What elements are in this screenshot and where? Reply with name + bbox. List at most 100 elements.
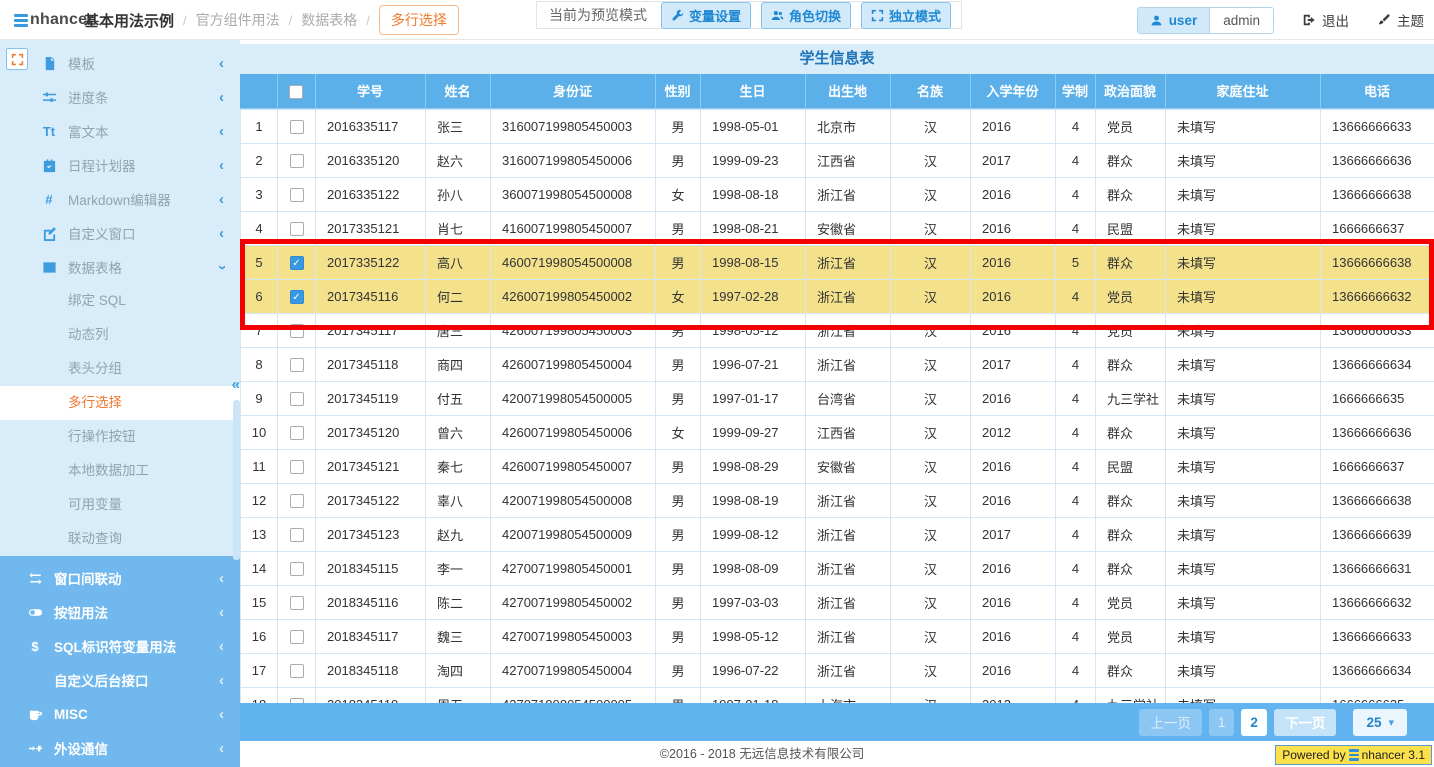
header-cell-出生地: 出生地 (805, 74, 890, 108)
cell-生日: 1998-08-21 (701, 211, 806, 245)
breadcrumb-item[interactable]: 数据表格 (301, 10, 357, 30)
cell-出生地: 浙江省 (806, 177, 891, 211)
row-checkbox[interactable] (290, 460, 304, 474)
dollar-icon: $ (26, 639, 44, 654)
row-number-cell: 1 (241, 109, 278, 143)
logout-icon (1302, 13, 1316, 27)
sidebar-subitem-多行选择[interactable]: 多行选择 (0, 386, 240, 420)
cell-家庭住址: 未填写 (1166, 177, 1321, 211)
table-row: 102017345120曾六426007199805450006女1999-09… (241, 415, 1434, 449)
header-cell-姓名: 姓名 (425, 74, 490, 108)
cell-姓名: 高八 (426, 245, 491, 279)
row-checkbox[interactable] (290, 358, 304, 372)
cell-学制: 4 (1056, 381, 1096, 415)
row-checkbox[interactable]: ✓ (290, 256, 304, 270)
variable-settings-button[interactable]: 变量设置 (661, 2, 751, 29)
cell-名族: 汉 (891, 245, 971, 279)
powered-by-badge[interactable]: Powered by nhancer 3.1 (1275, 745, 1432, 765)
sidebar-collapse-handle[interactable]: « (232, 376, 238, 393)
cell-电话: 1666666635 (1321, 381, 1434, 415)
sidebar-item-富文本[interactable]: Tt富文本‹ (0, 114, 240, 148)
cell-性别: 男 (656, 585, 701, 619)
cell-性别: 男 (656, 517, 701, 551)
sidebar-item-日程计划器[interactable]: 日程计划器‹ (0, 148, 240, 182)
chevron-left-icon: ‹ (219, 55, 224, 72)
logout-button[interactable]: 退出 (1302, 10, 1349, 30)
sidebar-subitem-表头分组[interactable]: 表头分组 (0, 352, 240, 386)
row-checkbox[interactable]: ✓ (290, 290, 304, 304)
sidebar-item-数据表格[interactable]: 数据表格‹ (0, 250, 240, 284)
breadcrumb-current[interactable]: 多行选择 (379, 5, 459, 35)
row-checkbox-cell (278, 211, 316, 245)
cell-家庭住址: 未填写 (1166, 109, 1321, 143)
row-checkbox[interactable] (290, 528, 304, 542)
sidebar-item-窗口间联动[interactable]: 窗口间联动‹ (0, 561, 240, 595)
sidebar-subitem-联动查询[interactable]: 联动查询 (0, 522, 240, 556)
table-row: 162018345117魏三427007199805450003男1998-05… (241, 619, 1434, 653)
sidebar-item-Markdown编辑器[interactable]: #Markdown编辑器‹ (0, 182, 240, 216)
sidebar-item-进度条[interactable]: 进度条‹ (0, 80, 240, 114)
cell-家庭住址: 未填写 (1166, 585, 1321, 619)
sidebar-item-外设通信[interactable]: 外设通信‹ (0, 731, 240, 765)
row-checkbox[interactable] (290, 562, 304, 576)
row-checkbox[interactable] (290, 188, 304, 202)
sidebar-item-模板[interactable]: 模板‹ (0, 46, 240, 80)
row-checkbox[interactable] (290, 154, 304, 168)
sidebar-subitem-本地数据加工[interactable]: 本地数据加工 (0, 454, 240, 488)
prev-page-button[interactable]: 上一页 (1139, 709, 1202, 736)
sidebar-scrollbar[interactable] (233, 400, 240, 560)
page-size-select[interactable]: 25 ▾ (1353, 709, 1407, 736)
sidebar-subitem-行操作按钮[interactable]: 行操作按钮 (0, 420, 240, 454)
top-right-group: user admin 退出 主题 (1137, 0, 1424, 40)
cell-学号: 2017345120 (316, 415, 426, 449)
sidebar-item-自定义后台接口[interactable]: 自定义后台接口‹ (0, 663, 240, 697)
cell-性别: 男 (656, 551, 701, 585)
cell-电话: 13666666639 (1321, 517, 1434, 551)
role-switch-button[interactable]: 角色切换 (761, 2, 851, 29)
sidebar-fullscreen-button[interactable] (6, 48, 28, 70)
table-row: 152018345116陈二427007199805450002男1997-03… (241, 585, 1434, 619)
cell-学制: 4 (1056, 211, 1096, 245)
sidebar-subitem-绑定 SQL[interactable]: 绑定 SQL (0, 284, 240, 318)
cell-性别: 女 (656, 177, 701, 211)
cell-入学年份: 2016 (971, 585, 1056, 619)
row-checkbox-cell (278, 517, 316, 551)
breadcrumb-item[interactable]: 官方组件用法 (196, 10, 280, 30)
row-checkbox-cell (278, 347, 316, 381)
row-checkbox[interactable] (290, 494, 304, 508)
sidebar-subitem-动态列[interactable]: 动态列 (0, 318, 240, 352)
chevron-down-icon: ‹ (213, 265, 230, 270)
sidebar-subitem-可用变量[interactable]: 可用变量 (0, 488, 240, 522)
page-button-2-active[interactable]: 2 (1241, 709, 1267, 736)
user-chip-role: user (1138, 8, 1210, 33)
row-checkbox[interactable] (290, 664, 304, 678)
row-checkbox[interactable] (290, 222, 304, 236)
sidebar-item-按钮用法[interactable]: 按钮用法‹ (0, 595, 240, 629)
select-all-checkbox[interactable] (289, 85, 303, 99)
standalone-mode-button[interactable]: 独立模式 (861, 2, 951, 29)
cell-学号: 2016335117 (316, 109, 426, 143)
row-checkbox[interactable] (290, 426, 304, 440)
cell-学号: 2017345122 (316, 483, 426, 517)
row-checkbox[interactable] (290, 324, 304, 338)
sidebar-item-SQL标识符变量用法[interactable]: $SQL标识符变量用法‹ (0, 629, 240, 663)
row-number-cell: 14 (241, 551, 278, 585)
cell-入学年份: 2016 (971, 551, 1056, 585)
theme-button[interactable]: 主题 (1377, 10, 1424, 30)
header-cell-学制: 学制 (1055, 74, 1095, 108)
sidebar-item-自定义窗口[interactable]: 自定义窗口‹ (0, 216, 240, 250)
row-checkbox[interactable] (290, 392, 304, 406)
user-chip[interactable]: user admin (1137, 7, 1274, 34)
row-checkbox[interactable] (290, 596, 304, 610)
row-checkbox[interactable] (290, 630, 304, 644)
next-page-button[interactable]: 下一页 (1274, 709, 1337, 736)
page-button-1[interactable]: 1 (1209, 709, 1235, 736)
row-checkbox-cell (278, 381, 316, 415)
cell-身份证: 316007199805450006 (491, 143, 656, 177)
row-checkbox[interactable] (290, 120, 304, 134)
cell-学制: 4 (1056, 653, 1096, 687)
sidebar-item-MISC[interactable]: MISC‹ (0, 697, 240, 731)
breadcrumb-root[interactable]: 基本用法示例 (84, 10, 174, 31)
cell-政治面貌: 民盟 (1096, 211, 1166, 245)
variable-settings-label: 变量设置 (689, 6, 741, 25)
